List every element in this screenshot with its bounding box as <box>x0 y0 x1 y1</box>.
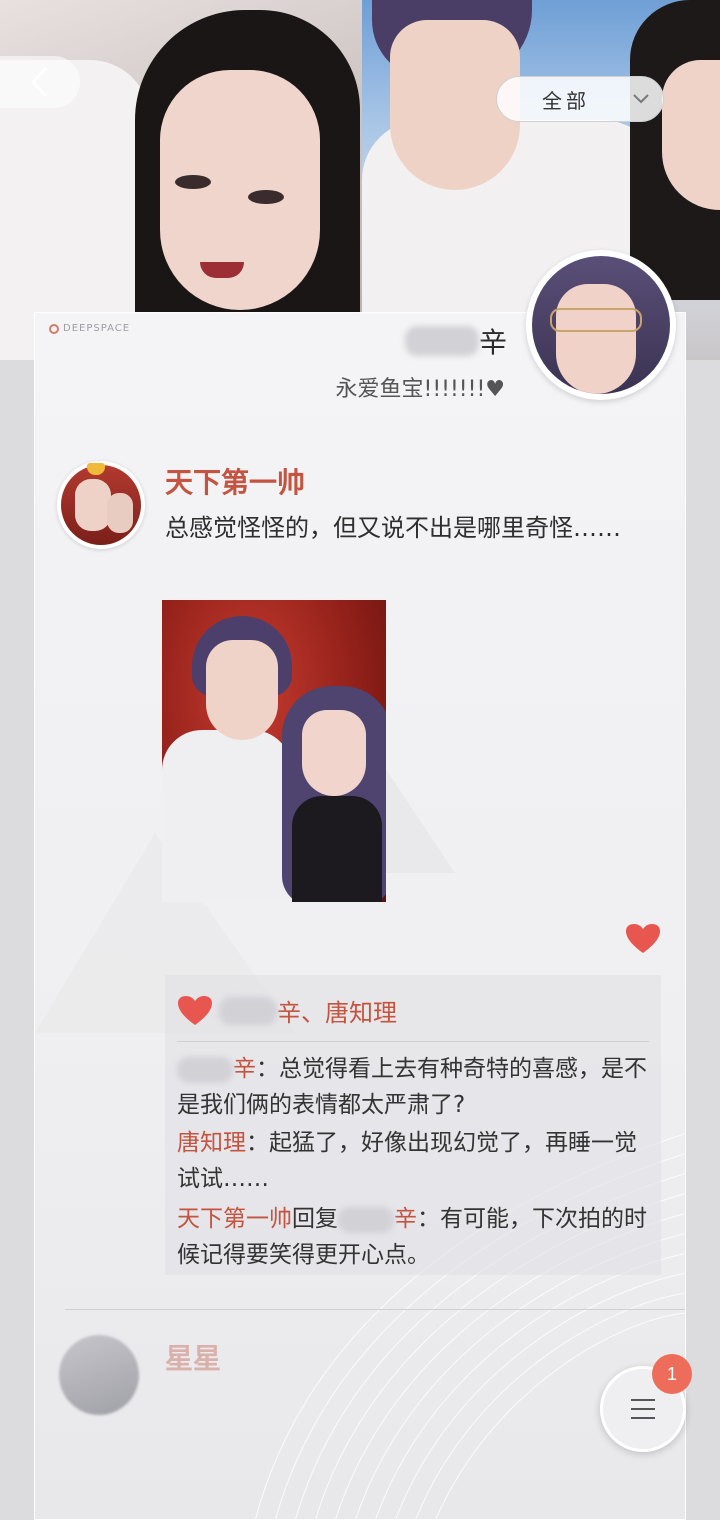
comment-text: ：起猛了，好像出现幻觉了，再睡一觉试试…… <box>177 1130 637 1192</box>
post-author-avatar[interactable] <box>57 461 145 549</box>
moment-card: DEEPSPACE 辛 永爱鱼宝!!!!!!!♥ 天下第一帅 总感觉怪怪的，但又… <box>34 312 686 1520</box>
next-post-avatar[interactable] <box>59 1335 139 1415</box>
owner-signature: 永爱鱼宝!!!!!!!♥ <box>335 377 505 402</box>
blurred-name <box>177 1056 233 1083</box>
blurred-name <box>338 1206 394 1233</box>
next-post-author[interactable]: 星星 <box>165 1337 221 1377</box>
post-author-name[interactable]: 天下第一帅 <box>165 461 305 501</box>
notification-badge: 1 <box>652 1354 692 1394</box>
reply-target: 辛 <box>394 1206 417 1232</box>
comment-item[interactable]: 辛：总觉得看上去有种奇特的喜感，是不是我们俩的表情都太严肃了? <box>177 1051 647 1123</box>
chevron-down-icon <box>625 83 657 115</box>
likes-divider <box>177 1041 649 1042</box>
brand-logo: DEEPSPACE <box>49 323 130 334</box>
comment-author: 辛 <box>233 1056 256 1082</box>
likes-row: 辛、唐知理 <box>177 993 397 1028</box>
comments-panel: 辛、唐知理 辛：总觉得看上去有种奇特的喜感，是不是我们俩的表情都太严肃了? 唐知… <box>165 975 661 1275</box>
blurred-name <box>405 326 479 356</box>
post-divider <box>65 1309 685 1310</box>
owner-name: 辛 <box>405 321 507 361</box>
glasses-icon <box>550 308 642 332</box>
comment-author: 唐知理 <box>177 1130 246 1156</box>
filter-dropdown[interactable]: 全部 <box>496 76 664 122</box>
comment-item[interactable]: 天下第一帅回复 辛：有可能，下次拍的时候记得要笑得更开心点。 <box>177 1201 647 1273</box>
post-photo[interactable] <box>162 600 386 902</box>
reply-word: 回复 <box>292 1206 338 1232</box>
heart-icon <box>626 924 660 953</box>
like-button[interactable] <box>621 919 665 959</box>
brand-text: DEEPSPACE <box>63 323 131 334</box>
menu-lines-icon <box>631 1399 655 1419</box>
comment-item[interactable]: 唐知理：起猛了，好像出现幻觉了，再睡一觉试试…… <box>177 1125 647 1197</box>
banner-photo-left <box>0 0 362 360</box>
blurred-name <box>219 996 277 1025</box>
back-button[interactable] <box>0 56 80 108</box>
likes-names: 辛、唐知理 <box>277 999 397 1027</box>
comment-author: 天下第一帅 <box>177 1206 292 1232</box>
owner-avatar[interactable] <box>526 250 676 400</box>
filter-label: 全部 <box>542 88 590 113</box>
chevron-left-icon <box>31 67 47 97</box>
owner-name-suffix: 辛 <box>479 326 508 359</box>
brand-logo-icon <box>49 323 59 334</box>
heart-icon <box>178 995 212 1025</box>
post-text: 总感觉怪怪的，但又说不出是哪里奇怪…… <box>165 514 621 542</box>
